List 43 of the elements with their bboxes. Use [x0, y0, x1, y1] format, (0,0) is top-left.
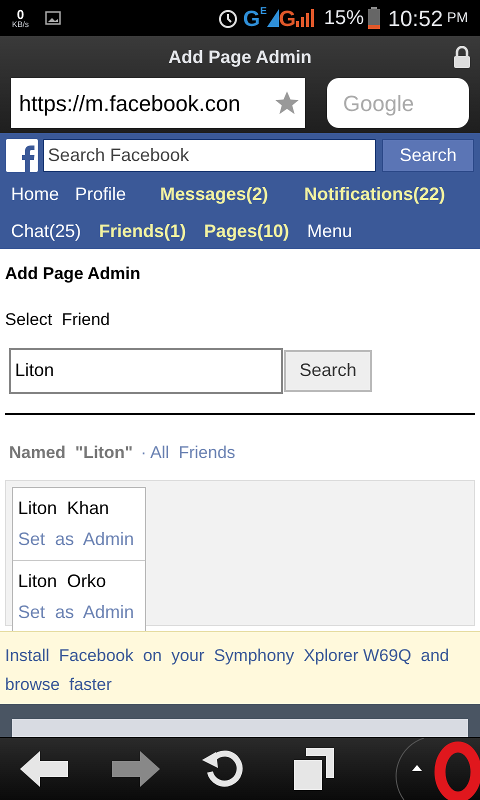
install-banner: Install Facebook on your Symphony Xplorer W69Q and browse faster [0, 631, 480, 704]
signal-icon [296, 9, 316, 27]
battery-icon [368, 7, 380, 29]
search-button[interactable]: Search [382, 138, 474, 172]
search-button[interactable]: Search [284, 350, 372, 392]
lock-icon [453, 46, 471, 68]
nav-link[interactable]: Messages(2) [160, 180, 268, 208]
section-label: Select Friend [4, 309, 111, 331]
tabs-icon[interactable] [294, 748, 334, 790]
url-field[interactable]: https://m.facebook.con [11, 78, 305, 128]
friend-search-field[interactable]: Liton [9, 348, 283, 394]
facebook-logo[interactable] [6, 138, 38, 172]
nav-link[interactable]: Menu [307, 218, 352, 245]
nav-link[interactable]: Profile [75, 180, 126, 208]
page-heading: Add Page Admin [4, 262, 142, 285]
back-arrow-icon[interactable] [20, 751, 68, 787]
signal-icon [266, 9, 279, 27]
network-type: G [278, 4, 296, 32]
nav-link[interactable]: Pages(10) [204, 218, 290, 245]
clock-time: 10:52 [388, 4, 443, 32]
search-field[interactable]: Search Facebook [42, 138, 376, 172]
friend-name: Liton Orko [18, 570, 108, 593]
all-friends-link[interactable]: · All Friends [140, 440, 236, 465]
set-admin-link[interactable]: Set as Admin [18, 526, 140, 553]
filter-label: Named "Liton" [9, 442, 133, 464]
nav-link[interactable]: Notifications(22) [304, 180, 446, 208]
network-type: E [260, 5, 267, 19]
forward-arrow-icon[interactable] [112, 751, 160, 787]
battery-percent: 15% [324, 6, 364, 31]
speed-value: 0 [16, 8, 24, 20]
star-icon[interactable] [273, 89, 301, 117]
friend-name: Liton Khan [18, 497, 110, 520]
speed-unit: KB/s [12, 20, 29, 28]
opera-menu-icon[interactable] [394, 738, 480, 800]
nav-link[interactable]: Friends(1) [99, 218, 186, 245]
set-admin-link[interactable]: Set as Admin [18, 599, 140, 626]
network-type: G [242, 4, 260, 32]
nav-link[interactable]: Chat(25) [11, 218, 82, 245]
alarm-icon [216, 7, 239, 29]
nav-link[interactable]: Home [11, 180, 60, 208]
image-icon [44, 11, 61, 25]
page-title: Add Page Admin [168, 46, 312, 69]
clock-period: PM [447, 8, 468, 27]
